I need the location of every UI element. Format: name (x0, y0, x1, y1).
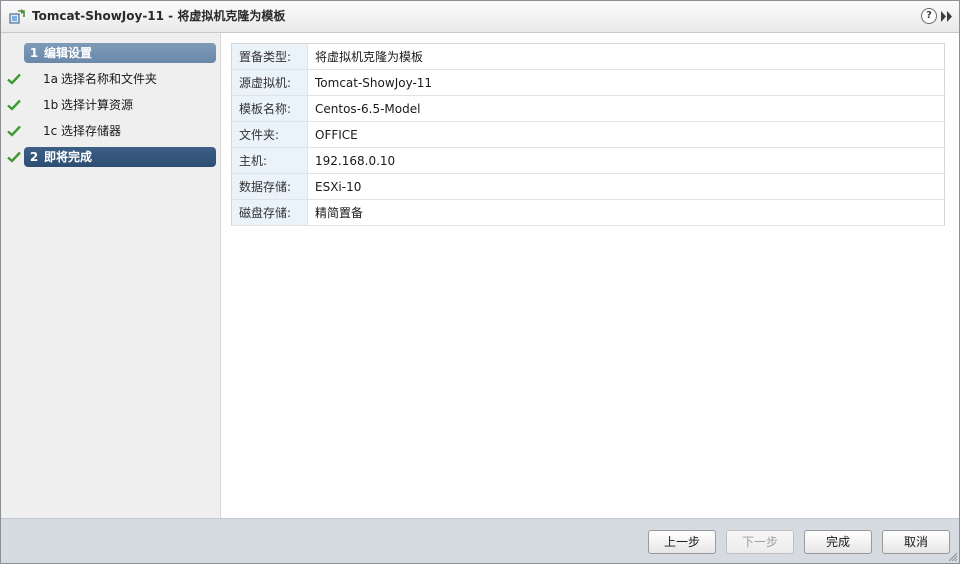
checkmark-icon (7, 99, 21, 111)
window-title: Tomcat-ShowJoy-11 - 将虚拟机克隆为模板 (32, 9, 286, 23)
step-ready-to-complete[interactable]: 2 即将完成 (24, 147, 216, 167)
title-bar: Tomcat-ShowJoy-11 - 将虚拟机克隆为模板 ? (1, 1, 959, 33)
review-key: 数据存储: (231, 173, 308, 200)
table-row: 模板名称: Centos-6.5-Model (231, 95, 945, 122)
step-number: 1a (43, 72, 58, 86)
step-number: 1c (43, 124, 58, 138)
review-key: 源虚拟机: (231, 69, 308, 96)
step-select-storage[interactable]: 1c 选择存储器 (43, 121, 235, 141)
review-panel: 置备类型: 将虚拟机克隆为模板 源虚拟机: Tomcat-ShowJoy-11 … (221, 33, 959, 519)
back-button[interactable]: 上一步 (648, 530, 716, 554)
next-button[interactable]: 下一步 (726, 530, 794, 554)
table-row: 源虚拟机: Tomcat-ShowJoy-11 (231, 69, 945, 96)
table-row: 文件夹: OFFICE (231, 121, 945, 148)
review-value: Centos-6.5-Model (307, 95, 945, 122)
review-value: 192.168.0.10 (307, 147, 945, 174)
review-value: 将虚拟机克隆为模板 (307, 43, 945, 70)
wizard-steps: 1 编辑设置 1a 选择名称和文件夹 1b 选择计算资源 1c 选择存储器 2 即将完成 (1, 33, 221, 519)
help-icon[interactable]: ? (921, 8, 937, 24)
table-row: 磁盘存储: 精简置备 (231, 199, 945, 226)
step-label: 选择计算资源 (61, 98, 134, 112)
step-select-name-folder[interactable]: 1a 选择名称和文件夹 (43, 69, 235, 89)
review-value: 精简置备 (307, 199, 945, 226)
review-key: 磁盘存储: (231, 199, 308, 226)
step-select-compute-resource[interactable]: 1b 选择计算资源 (43, 95, 235, 115)
checkmark-icon (7, 125, 21, 137)
review-value: ESXi-10 (307, 173, 945, 200)
resize-grip-icon[interactable] (948, 552, 958, 562)
clone-vm-icon (9, 9, 25, 24)
review-table: 置备类型: 将虚拟机克隆为模板 源虚拟机: Tomcat-ShowJoy-11 … (231, 43, 945, 226)
review-value: OFFICE (307, 121, 945, 148)
step-label: 编辑设置 (44, 46, 93, 60)
cancel-button[interactable]: 取消 (882, 530, 950, 554)
double-chevron-right-icon[interactable] (940, 11, 954, 22)
step-label: 选择存储器 (61, 124, 122, 138)
clone-to-template-dialog: Tomcat-ShowJoy-11 - 将虚拟机克隆为模板 ? 1 编辑设置 1a… (0, 0, 960, 564)
table-row: 数据存储: ESXi-10 (231, 173, 945, 200)
review-key: 文件夹: (231, 121, 308, 148)
step-edit-settings[interactable]: 1 编辑设置 (24, 43, 216, 63)
step-number: 1 (29, 46, 39, 60)
step-label: 即将完成 (44, 150, 93, 164)
step-label: 选择名称和文件夹 (61, 72, 158, 86)
review-key: 模板名称: (231, 95, 308, 122)
step-number: 2 (29, 150, 39, 164)
checkmark-icon (7, 151, 21, 163)
review-key: 主机: (231, 147, 308, 174)
review-key: 置备类型: (231, 43, 308, 70)
button-bar: 上一步 下一步 完成 取消 (1, 518, 959, 563)
checkmark-icon (7, 73, 21, 85)
step-number: 1b (43, 98, 59, 112)
table-row: 置备类型: 将虚拟机克隆为模板 (231, 43, 945, 70)
review-value: Tomcat-ShowJoy-11 (307, 69, 945, 96)
finish-button[interactable]: 完成 (804, 530, 872, 554)
table-row: 主机: 192.168.0.10 (231, 147, 945, 174)
